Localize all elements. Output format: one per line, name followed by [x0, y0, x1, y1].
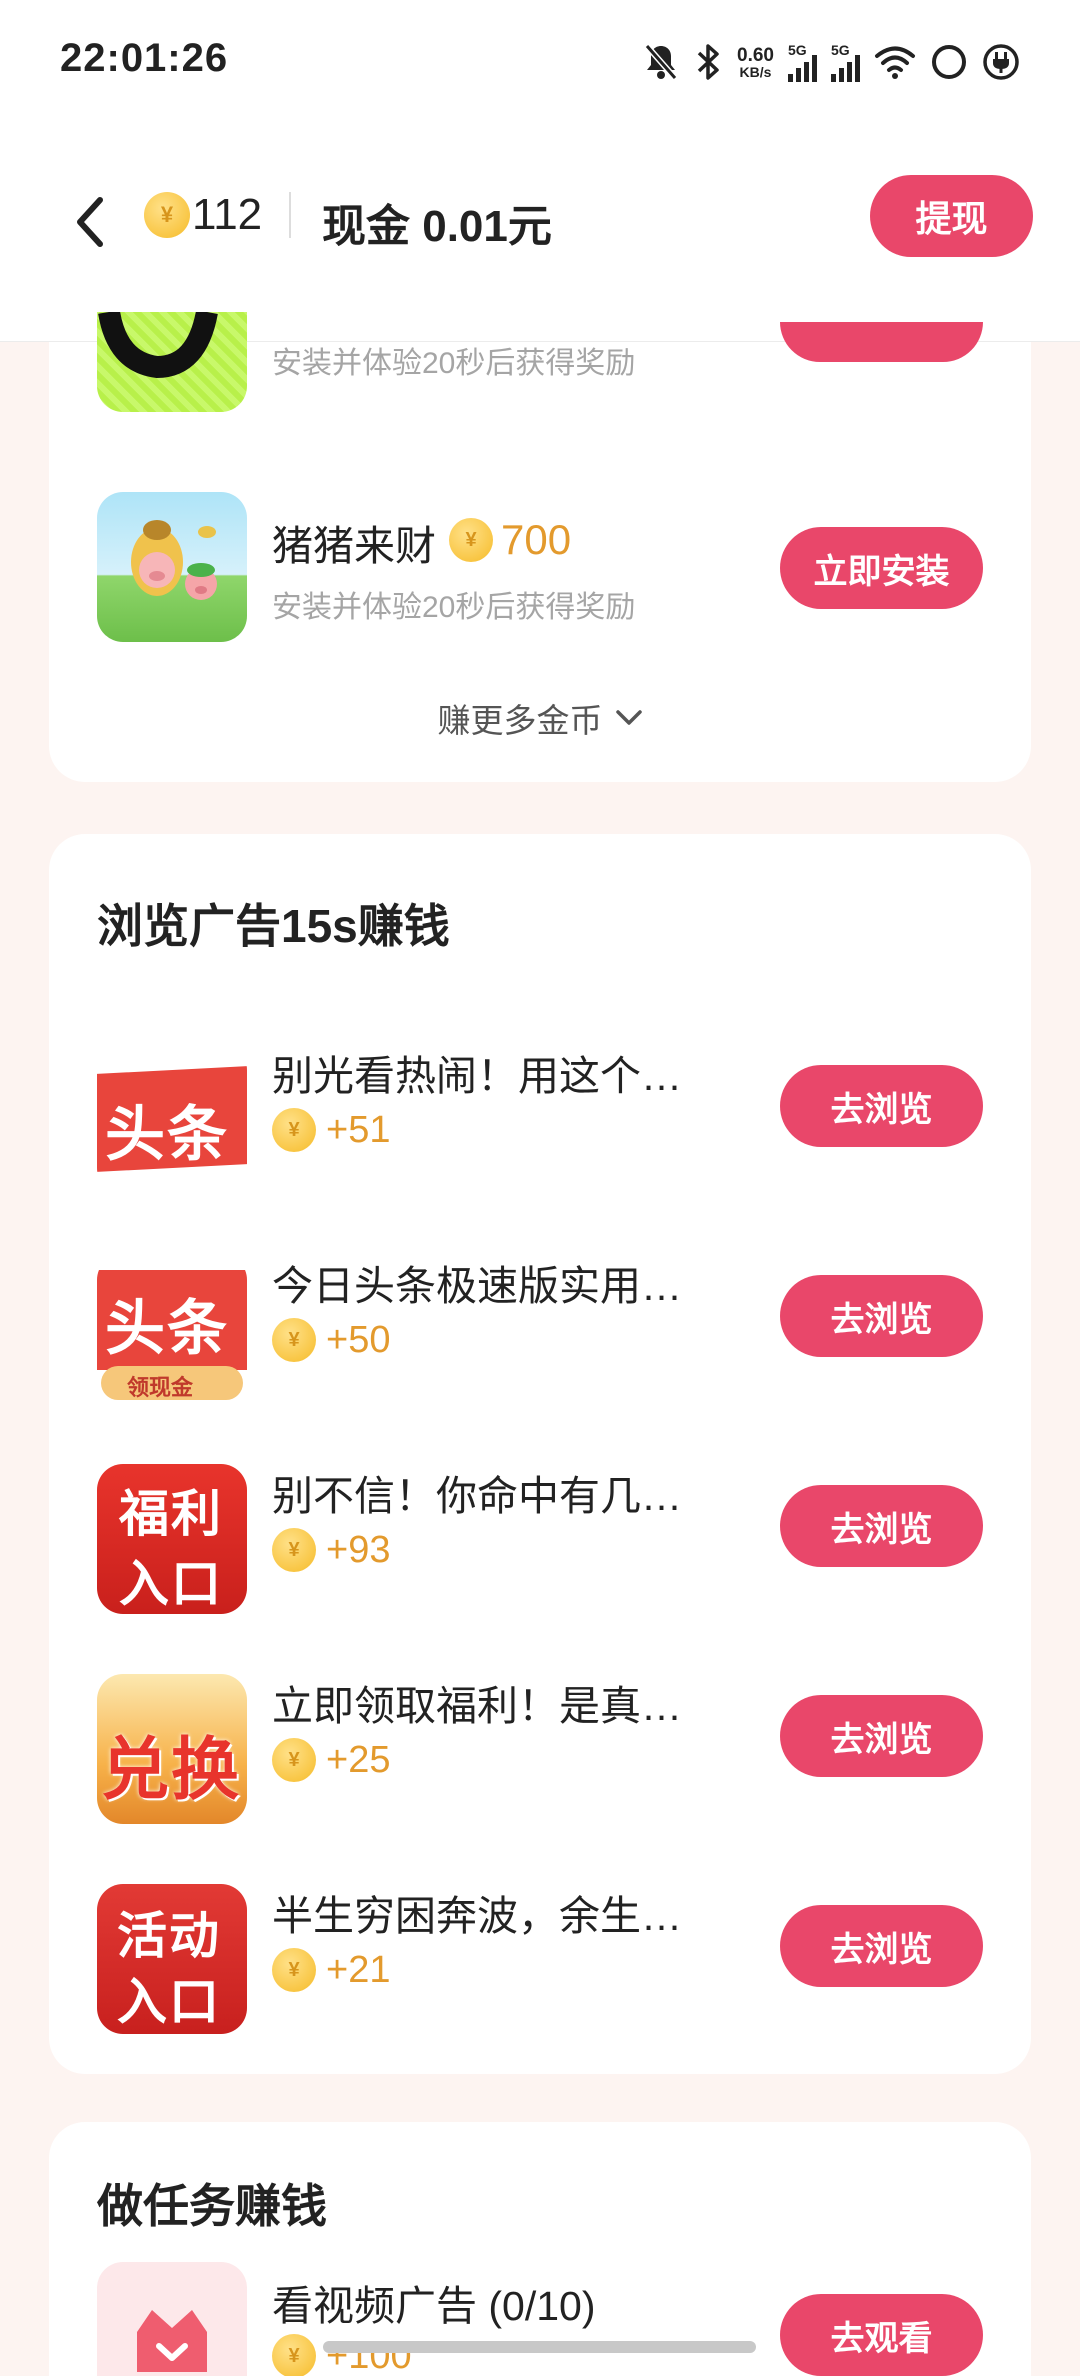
browse-ads-card: 浏览广告15s赚钱 头条 别光看热闹！用这个… ¥ +51 去浏览 头条 领现金… [49, 834, 1031, 2074]
network-speed: 0.60 KB/s [737, 46, 774, 79]
browse-button[interactable]: 去浏览 [780, 1695, 983, 1777]
reward-amount: +51 [326, 1108, 391, 1151]
back-button[interactable] [68, 192, 112, 252]
page-header: ¥ 112 现金 0.01元 提现 [0, 120, 1080, 342]
ad-item-reward: ¥ +51 [272, 1108, 390, 1152]
wifi-icon [875, 46, 915, 79]
ad-item-reward: ¥ +50 [272, 1318, 390, 1362]
toutiao-icon: 头条 [97, 1044, 247, 1194]
withdraw-button[interactable]: 提现 [870, 175, 1033, 257]
coin-icon: ¥ [272, 1738, 316, 1782]
loading-circle-icon [932, 45, 966, 79]
logo-text: 头条 [105, 1295, 229, 1362]
video-ad-task-icon [97, 2262, 247, 2376]
pig-mascot-icon [131, 520, 217, 600]
install-item-subtitle: 安装并体验20秒后获得奖励 [272, 591, 636, 624]
earn-more-label: 赚更多金币 [437, 702, 603, 739]
divider [289, 192, 291, 238]
earn-more-coins-link[interactable]: 赚更多金币 [49, 694, 1031, 742]
tasks-card: 做任务赚钱 看视频广告 (0/10) ¥ +100 去观看 [49, 2122, 1031, 2376]
chevron-left-icon [77, 197, 103, 247]
coin-icon: ¥ [272, 1948, 316, 1992]
ad-item-title: 别光看热闹！用这个… [272, 1053, 682, 1099]
coin-icon: ¥ [272, 2334, 316, 2376]
coin-icon: ¥ [449, 518, 493, 562]
reward-amount: +25 [326, 1738, 391, 1781]
sim2-label: 5G [831, 42, 850, 58]
install-item-subtitle: 安装并体验20秒后获得奖励 [272, 347, 636, 380]
coin-icon: ¥ [144, 192, 190, 238]
cash-balance: 现金 0.01元 [322, 202, 552, 251]
install-button[interactable]: 立即安装 [780, 527, 983, 609]
browse-button[interactable]: 去浏览 [780, 1275, 983, 1357]
install-item-reward: ¥ 700 [449, 516, 571, 564]
ad-item-title: 立即领取福利！是真… [272, 1683, 682, 1729]
install-button[interactable] [780, 322, 983, 362]
status-icons: 0.60 KB/s 5G 5G [643, 38, 1020, 86]
toutiao-lite-icon: 头条 领现金 [97, 1254, 247, 1404]
signal-sim1-icon: 5G [788, 42, 817, 82]
coin-balance: 112 [192, 190, 263, 239]
logo-text: 入口 [119, 1556, 223, 1612]
logo-text: 入口 [117, 1974, 221, 2030]
ad-item-title: 别不信！你命中有几… [272, 1473, 682, 1519]
battery-charging-icon [983, 44, 1019, 80]
logo-subtext: 领现金 [127, 1375, 194, 1400]
logo-text: 兑换 [101, 1732, 242, 1808]
coin-icon: ¥ [272, 1318, 316, 1362]
network-speed-value: 0.60 [737, 44, 774, 66]
mute-bell-icon [644, 44, 678, 80]
browse-button[interactable]: 去浏览 [780, 1065, 983, 1147]
reward-amount: 700 [501, 516, 572, 563]
browse-button[interactable]: 去浏览 [780, 1485, 983, 1567]
chevron-down-icon [615, 710, 642, 725]
exchange-icon: 兑换 [97, 1674, 247, 1824]
app-icon-partial [97, 312, 247, 412]
sim1-label: 5G [788, 42, 807, 58]
home-indicator[interactable] [323, 2341, 756, 2353]
welfare-entry-icon: 福利 入口 [97, 1464, 247, 1614]
coin-icon: ¥ [272, 1108, 316, 1152]
status-time: 22:01:26 [60, 36, 229, 80]
watch-video-button[interactable]: 去观看 [780, 2294, 983, 2376]
ad-item-reward: ¥ +21 [272, 1948, 390, 1992]
coin-icon: ¥ [272, 1528, 316, 1572]
logo-text: 福利 [119, 1486, 223, 1542]
reward-amount: +21 [326, 1948, 391, 1991]
activity-entry-icon: 活动 入口 [97, 1884, 247, 2034]
app-icon-zhuzhu [97, 492, 247, 642]
section-title: 浏览广告15s赚钱 [97, 900, 450, 952]
bluetooth-icon [697, 44, 719, 80]
browse-button[interactable]: 去浏览 [780, 1905, 983, 1987]
section-title: 做任务赚钱 [97, 2180, 327, 2232]
ad-item-reward: ¥ +93 [272, 1528, 390, 1572]
task-item-title: 看视频广告 (0/10) [272, 2283, 596, 2329]
status-bar: 22:01:26 0.60 KB/s 5G 5G [0, 0, 1080, 120]
crown-icon [137, 2310, 207, 2372]
logo-text: 活动 [117, 1908, 221, 1964]
network-speed-unit: KB/s [739, 63, 772, 80]
reward-amount: +93 [326, 1528, 391, 1571]
install-card: 安装并体验20秒后获得奖励 猪猪来财 ¥ 700 安装并体验20秒后获得奖励 立… [49, 312, 1031, 782]
signal-sim2-icon: 5G [831, 42, 860, 82]
logo-text: 头条 [105, 1101, 229, 1168]
ad-item-title: 今日头条极速版实用… [272, 1263, 682, 1309]
app-logo-icon [98, 312, 218, 379]
ad-item-title: 半生穷困奔波，余生… [272, 1893, 682, 1939]
install-item-title: 猪猪来财 [272, 523, 436, 569]
reward-amount: +50 [326, 1318, 391, 1361]
ad-item-reward: ¥ +25 [272, 1738, 390, 1782]
